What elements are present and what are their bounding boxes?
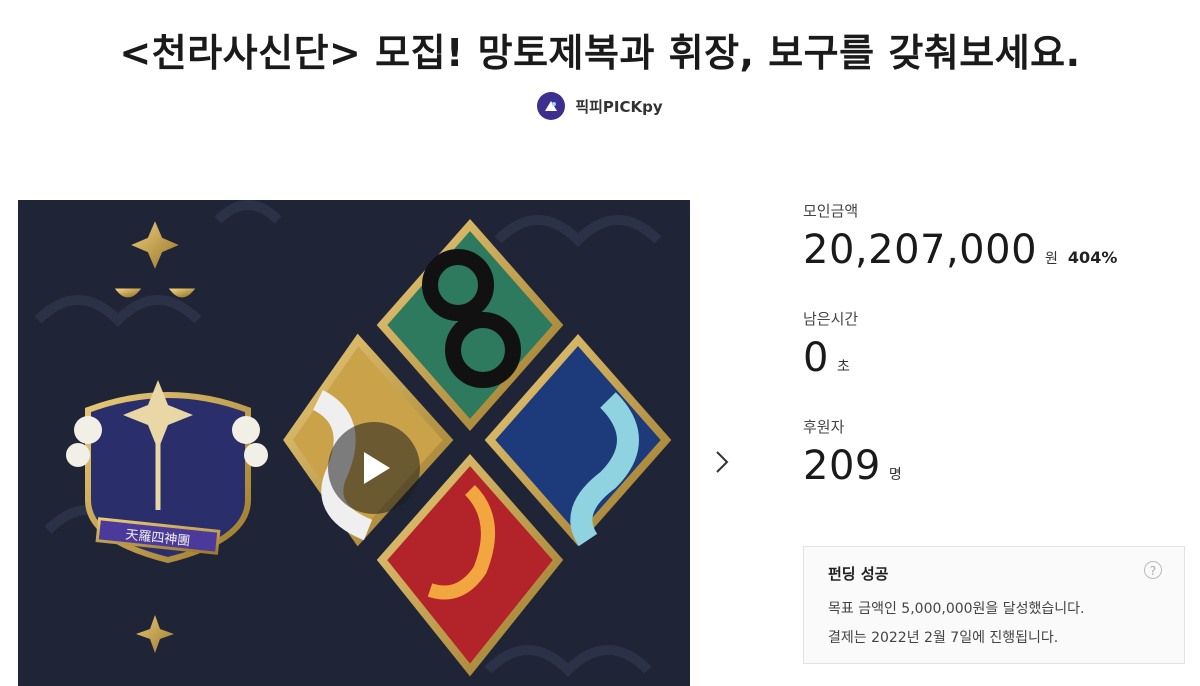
amount-block: 모인금액 20,207,000 원 404%: [803, 200, 1117, 273]
amount-unit: 원: [1045, 251, 1058, 267]
play-video-button[interactable]: [328, 422, 420, 514]
next-slide-button[interactable]: [708, 448, 736, 476]
question-circle-icon[interactable]: ?: [1144, 561, 1162, 579]
amount-value: 20,207,000: [803, 227, 1038, 273]
play-icon: [364, 452, 390, 484]
maker-name[interactable]: 픽피PICKpy: [575, 96, 662, 117]
time-label: 남은시간: [803, 310, 859, 328]
project-media[interactable]: 天羅四神團: [18, 200, 690, 686]
time-unit: 초: [836, 359, 850, 375]
funding-success-notice: 펀딩 성공 목표 금액인 5,000,000원을 달성했습니다. 결제는 202…: [803, 546, 1185, 664]
time-value: 0: [803, 335, 829, 381]
notice-title: 펀딩 성공: [828, 565, 889, 583]
backers-unit: 명: [888, 467, 902, 483]
achievement-rate: 404%: [1067, 248, 1118, 267]
amount-label: 모인금액: [803, 202, 859, 220]
project-title: <천라사신단> 모집! 망토제복과 휘장, 보구를 갖춰보세요.: [119, 31, 1081, 75]
notice-goal-text: 목표 금액인 5,000,000원을 달성했습니다.: [828, 601, 1085, 617]
backers-label: 후원자: [803, 418, 845, 436]
maker-logo-icon[interactable]: [537, 92, 566, 120]
maker-info[interactable]: 픽피PICKpy: [0, 92, 1200, 120]
notice-payment-text: 결제는 2022년 2월 7일에 진행됩니다.: [828, 630, 1059, 646]
backers-value: 209: [803, 443, 881, 489]
chevron-right-icon: [716, 451, 729, 473]
time-block: 남은시간 0 초: [803, 308, 858, 381]
backers-block: 후원자 209 명: [803, 416, 902, 489]
